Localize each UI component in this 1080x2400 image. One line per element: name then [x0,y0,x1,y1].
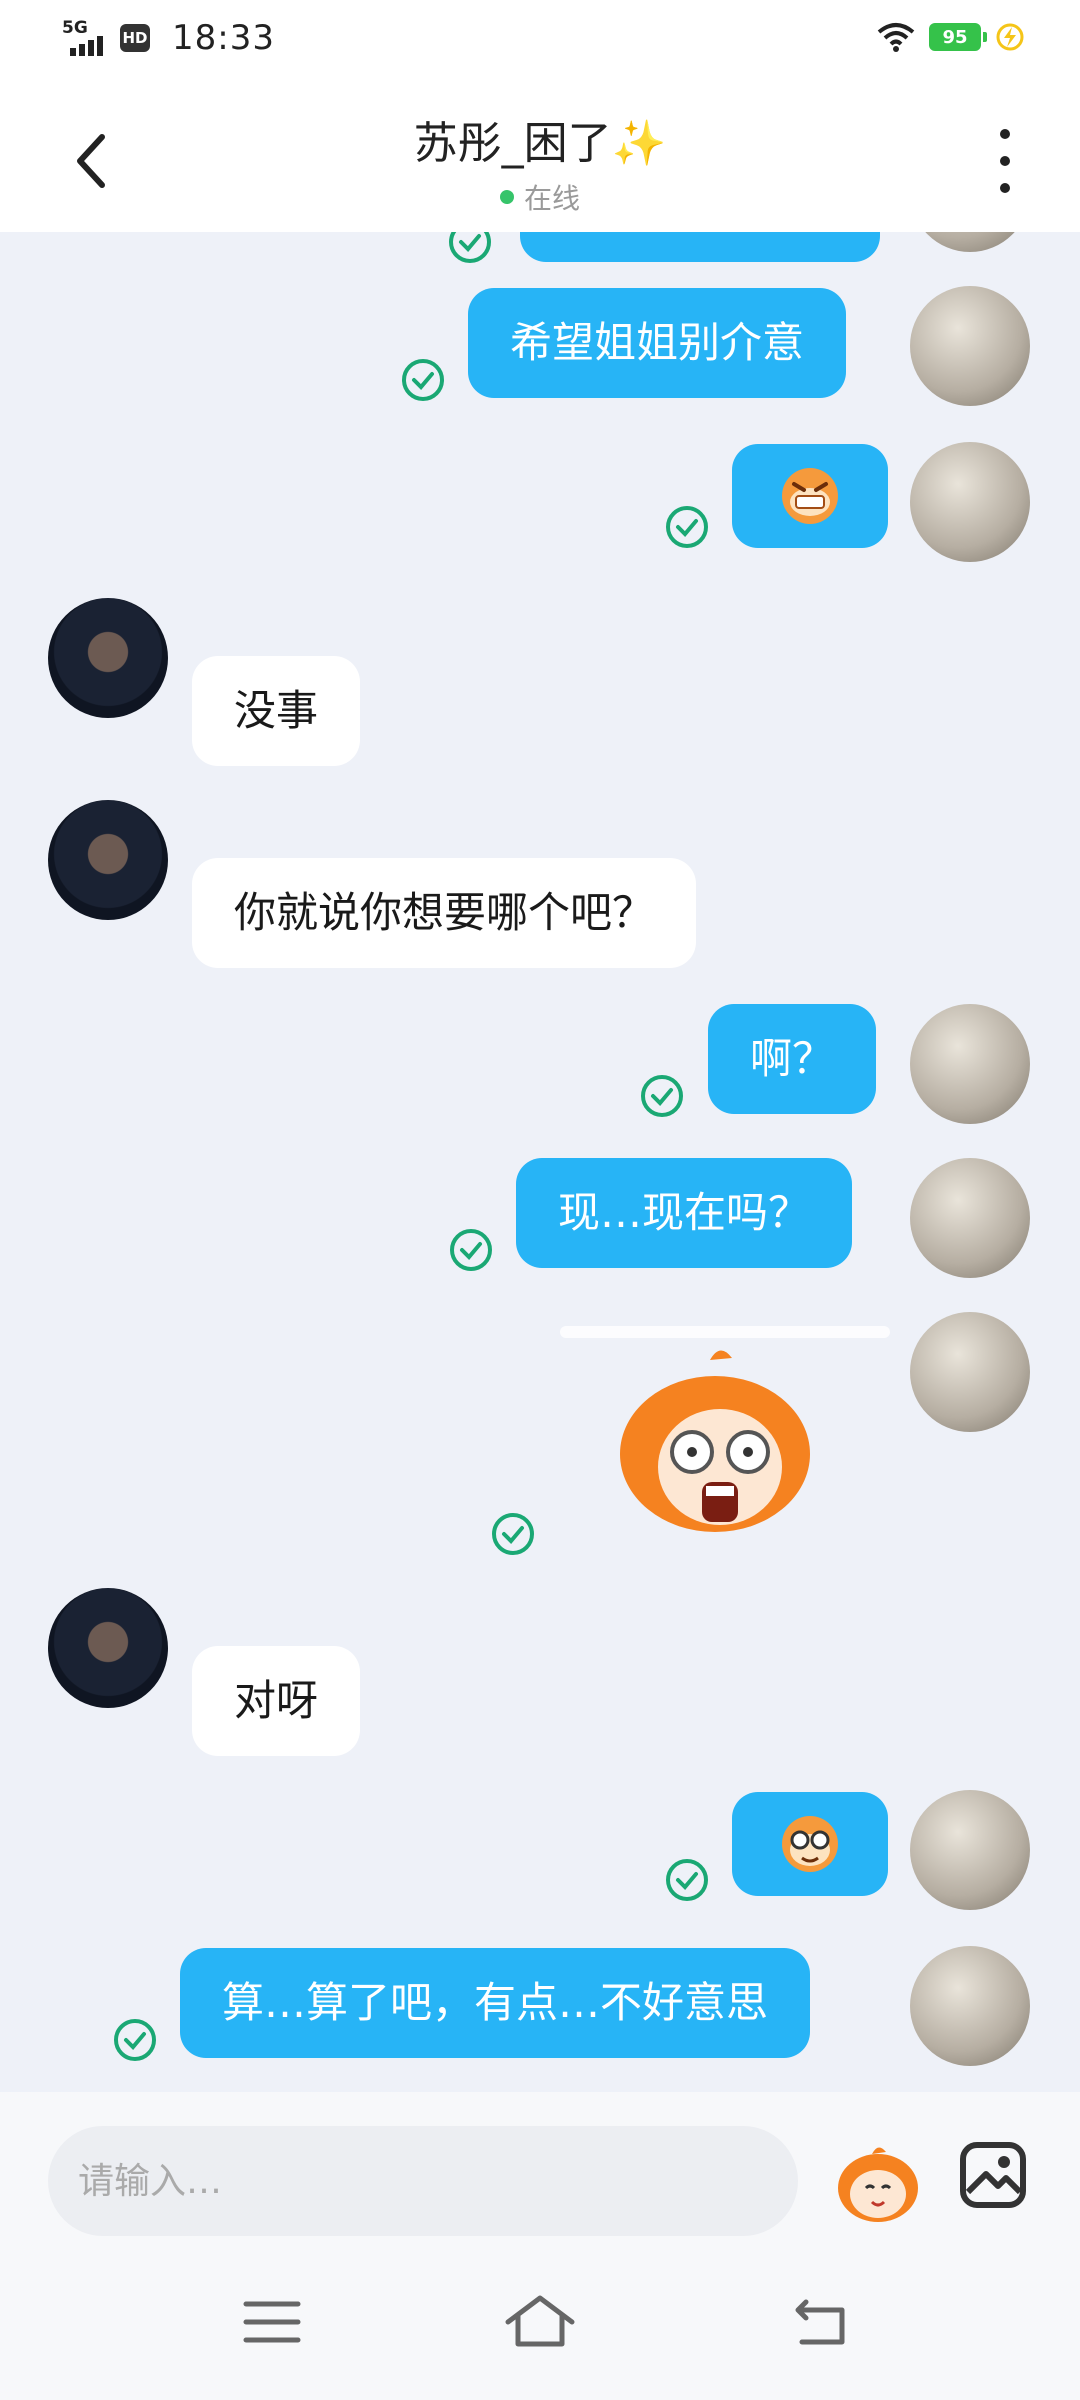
sticker-picker-icon[interactable] [828,2132,928,2232]
my-avatar[interactable] [910,442,1030,562]
my-avatar[interactable] [910,286,1030,406]
system-nav-bar [0,2242,1080,2400]
read-check-icon [114,2019,156,2061]
message-bubble[interactable]: 希望姐姐别介意 [468,288,847,398]
menu-icon[interactable] [232,2282,312,2362]
battery-icon: 95 [929,23,987,51]
message-bubble[interactable]: 啊？ [708,1004,877,1114]
contact-title-block[interactable]: 苏彤_困了✨ 在线 [0,107,1080,217]
composer-bar [0,2092,1080,2242]
my-avatar[interactable] [910,1158,1030,1278]
signal-icon: 5G [62,18,110,58]
my-avatar[interactable] [910,232,1030,252]
charging-icon [996,23,1024,51]
contact-avatar[interactable] [48,1588,168,1708]
grin-face-sticker [782,468,838,524]
read-check-icon [449,232,491,263]
sticker-bubble[interactable] [732,1792,888,1896]
online-status-text: 在线 [523,182,580,215]
back-nav-icon[interactable] [784,2282,864,2362]
read-check-icon [402,359,444,401]
more-options-button[interactable] [990,129,1020,193]
my-avatar[interactable] [910,1946,1030,2066]
online-dot-icon [499,190,514,204]
hd-icon: HD [120,24,150,52]
message-bubble[interactable]: 现…现在吗？ [516,1158,853,1268]
clock: 18:33 [172,18,275,58]
contact-name: 苏彤_困了 [413,118,612,169]
read-check-icon [666,1859,708,1901]
message-bubble[interactable]: 算…算了吧，有点…不好意思 [180,1948,811,2058]
wifi-icon [877,23,915,52]
read-check-icon [450,1229,492,1271]
shocked-character-sticker[interactable] [560,1322,890,1552]
network-type: 5G [62,18,88,38]
status-bar: 5G HD 18:33 95 [0,0,1080,85]
my-avatar[interactable] [910,1312,1030,1432]
message-bubble[interactable]: 你就说你想要哪个吧？ [192,858,697,968]
sticker-bubble[interactable] [732,444,888,548]
sparkles-icon: ✨ [611,118,667,169]
message-bubble[interactable] [520,232,880,262]
message-bubble[interactable]: 对呀 [192,1646,361,1756]
chat-header: 苏彤_困了✨ 在线 [0,85,1080,232]
glasses-face-sticker [782,1816,838,1872]
my-avatar[interactable] [910,1790,1030,1910]
status-right: 95 [877,22,1025,52]
chat-messages[interactable]: 希望姐姐别介意 没事 你就说你想要哪个吧？ 啊？ 现…现在吗？ 对呀 算…算了吧… [0,232,1080,2092]
image-picker-icon[interactable] [958,2140,1028,2210]
my-avatar[interactable] [910,1004,1030,1124]
read-check-icon [641,1075,683,1117]
read-check-icon [492,1513,534,1555]
contact-avatar[interactable] [48,800,168,920]
message-input[interactable] [48,2126,798,2236]
home-icon[interactable] [500,2282,580,2362]
online-status: 在线 [0,177,1080,217]
read-check-icon [666,506,708,548]
status-left: 5G HD 18:33 [62,18,275,58]
message-bubble[interactable]: 没事 [192,656,361,766]
contact-avatar[interactable] [48,598,168,718]
